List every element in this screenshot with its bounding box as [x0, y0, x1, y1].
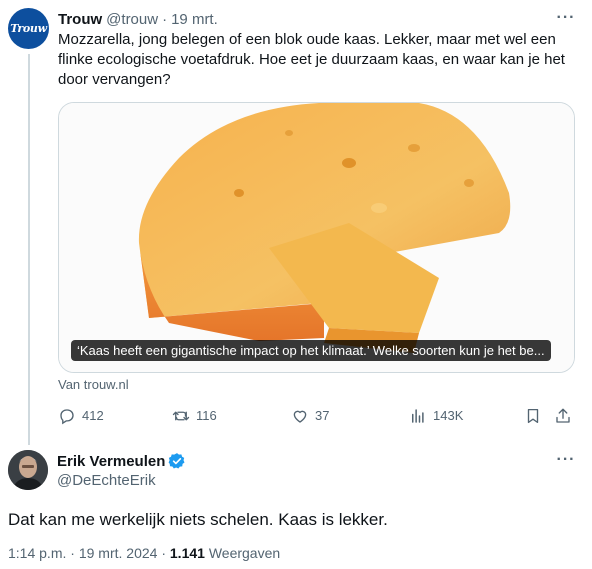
link-card[interactable]: ‘Kaas heeft een gigantische impact op he…	[58, 102, 575, 373]
like-icon	[293, 410, 307, 423]
views-count: 143K	[433, 408, 464, 423]
tweet2-views-count: 1.141	[169, 545, 205, 561]
link-card-caption[interactable]: ‘Kaas heeft een gigantische impact op he…	[71, 340, 551, 361]
tweet1-timestamp[interactable]: 19 mrt.	[171, 11, 218, 28]
erik-avatar-photo	[8, 450, 48, 490]
tweet2-author-handle[interactable]: @DeEchteErik	[57, 472, 156, 489]
cheese-image	[59, 103, 574, 372]
tweet2-author-name[interactable]: Erik Vermeulen	[57, 453, 165, 470]
thread-connector-line	[28, 54, 30, 445]
views-button[interactable]: 143K	[409, 405, 463, 427]
like-count: 37	[315, 408, 330, 423]
tweet2-date[interactable]: 19 mrt. 2024	[79, 545, 158, 561]
link-card-source[interactable]: Van trouw.nl	[58, 377, 129, 392]
share-icon	[556, 408, 570, 423]
meta-separator: ·	[161, 545, 170, 561]
tweet1-author-handle[interactable]: @trouw	[106, 11, 158, 28]
tweet2-views-label: Weergaven	[208, 545, 281, 561]
like-button[interactable]: 37	[291, 405, 329, 427]
reply-icon	[60, 409, 74, 425]
tweet2-text: Dat kan me werkelijk niets schelen. Kaas…	[8, 510, 388, 529]
bookmark-button[interactable]	[524, 405, 548, 427]
tweet2-meta: 1:14 p.m. · 19 mrt. 2024 · 1.141 Weergav…	[8, 545, 280, 561]
erik-avatar[interactable]	[8, 450, 48, 490]
retweet-count: 116	[196, 408, 217, 423]
reply-button[interactable]: 412	[58, 405, 104, 427]
views-icon	[412, 409, 424, 423]
tweet1-separator: ·	[162, 10, 168, 28]
tweet1-text: Mozzarella, jong belegen of een blok oud…	[58, 31, 565, 88]
meta-separator: ·	[70, 545, 79, 561]
trouw-avatar[interactable]: Trouw	[8, 8, 49, 49]
tweet1-author-name[interactable]: Trouw	[58, 11, 102, 28]
verified-badge-icon[interactable]	[168, 452, 186, 470]
tweet1-action-bar: 412 116 37 143K	[58, 405, 578, 427]
tweet1-header: Trouw @trouw · 19 mrt.	[58, 9, 218, 29]
more-icon[interactable]: ···	[555, 451, 577, 468]
trouw-logo-text: Trouw	[10, 22, 47, 35]
tweet2-time[interactable]: 1:14 p.m.	[8, 545, 66, 561]
bookmark-icon	[527, 408, 539, 424]
retweet-icon	[172, 411, 190, 421]
more-icon[interactable]: ···	[555, 9, 577, 26]
reply-count: 412	[82, 408, 104, 423]
share-button[interactable]	[554, 405, 578, 427]
retweet-button[interactable]: 116	[172, 405, 217, 427]
tweet2-author-row: Erik Vermeulen	[57, 451, 186, 471]
